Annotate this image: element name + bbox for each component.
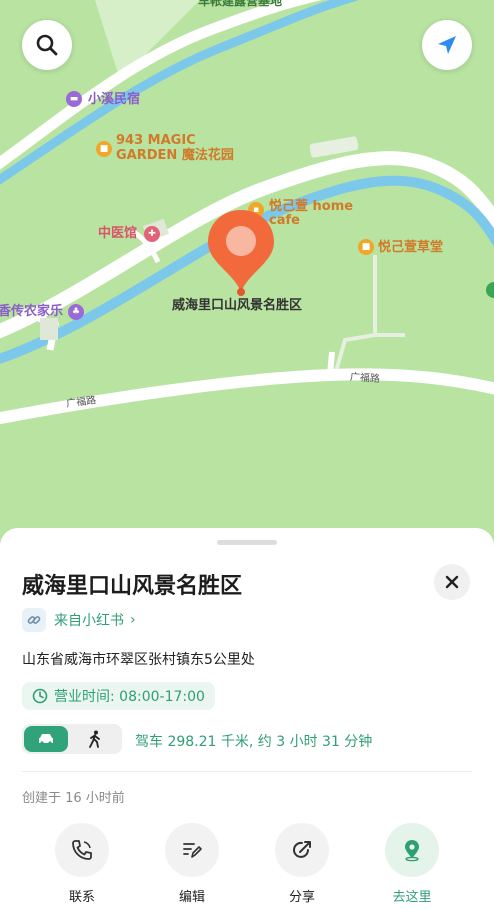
shop-bag-icon[interactable]: ■ — [96, 141, 112, 157]
location-pin-icon[interactable] — [206, 208, 276, 298]
action-bar: 联系 编辑 分享 去这里 — [0, 823, 494, 905]
map-label-campground[interactable]: 车帐建露营基地 — [198, 0, 282, 9]
drive-info: 驾车 298.21 千米, 约 3 小时 31 分钟 — [135, 734, 373, 750]
map-label-magic-garden-2[interactable]: GARDEN 魔法花园 — [116, 148, 234, 163]
map-label-zhongyi[interactable]: 中医馆 — [98, 226, 137, 241]
opening-hours-badge: 营业时间: 08:00-17:00 — [22, 682, 215, 710]
map-label-magic-garden-1[interactable]: 943 MAGIC — [116, 133, 196, 148]
link-icon — [22, 608, 46, 632]
locate-arrow-icon — [438, 36, 456, 54]
selected-place-label: 威海里口山风景名胜区 — [172, 298, 303, 313]
contact-button[interactable]: 联系 — [42, 823, 122, 905]
map-label-yueji-caotang[interactable]: 悦己萱草堂 — [378, 240, 443, 255]
map-search-button[interactable] — [22, 20, 72, 70]
go-here-button[interactable]: 去这里 — [372, 823, 452, 905]
opening-hours-text: 营业时间: 08:00-17:00 — [54, 689, 205, 705]
map-label-xiaoxi[interactable]: 小溪民宿 — [88, 92, 140, 107]
share-icon — [293, 841, 311, 858]
map-locate-button[interactable] — [422, 20, 472, 70]
place-detail-sheet: 威海里口山风景名胜区 来自小红书 › 山东省威海市环翠区张村镇东5公里处 营业时… — [0, 528, 494, 910]
place-address: 山东省威海市环翠区张村镇东5公里处 — [22, 652, 255, 668]
go-here-label: 去这里 — [392, 890, 432, 905]
clock-icon — [32, 688, 48, 704]
close-button[interactable] — [434, 564, 470, 600]
close-icon — [445, 575, 459, 589]
travel-mode-toggle — [22, 724, 122, 754]
edit-label: 编辑 — [178, 890, 205, 905]
phone-icon — [72, 840, 92, 860]
sheet-grabber[interactable] — [217, 540, 277, 545]
map-label-nongjiale[interactable]: 香传农家乐 — [0, 304, 63, 319]
contact-circle — [55, 823, 109, 877]
walk-icon — [89, 730, 100, 748]
map-view[interactable]: 车帐建露营基地 ▬ 小溪民宿 ■ 943 MAGIC GARDEN 魔法花园 ▪… — [0, 0, 494, 560]
palm-tree-icon[interactable]: ♣ — [68, 304, 84, 320]
edit-circle — [165, 823, 219, 877]
mode-drive-button[interactable] — [24, 726, 68, 752]
location-pin-icon — [405, 840, 419, 862]
source-text: 来自小红书 — [54, 613, 124, 629]
go-here-circle — [385, 823, 439, 877]
road-label-guangfu-1: 广福路 — [349, 371, 381, 386]
source-link[interactable]: 来自小红书 › — [22, 608, 136, 632]
shop-bag-icon-2[interactable]: ■ — [358, 239, 374, 255]
share-button[interactable]: 分享 — [262, 823, 342, 905]
mode-walk-button[interactable] — [70, 724, 120, 754]
edit-button[interactable]: 编辑 — [152, 823, 232, 905]
search-icon — [36, 34, 58, 56]
car-icon — [39, 734, 53, 745]
bed-icon[interactable]: ▬ — [66, 91, 82, 107]
place-title: 威海里口山风景名胜区 — [22, 574, 243, 599]
share-circle — [275, 823, 329, 877]
contact-label: 联系 — [68, 890, 95, 905]
edit-icon — [183, 843, 202, 858]
map-label-yueji-home-1[interactable]: 悦己萱 home — [269, 199, 353, 214]
share-label: 分享 — [288, 890, 315, 905]
divider — [22, 771, 472, 772]
hospital-icon[interactable]: ✚ — [144, 226, 160, 242]
created-time: 创建于 16 小时前 — [22, 791, 125, 806]
chevron-right-icon: › — [130, 612, 136, 628]
